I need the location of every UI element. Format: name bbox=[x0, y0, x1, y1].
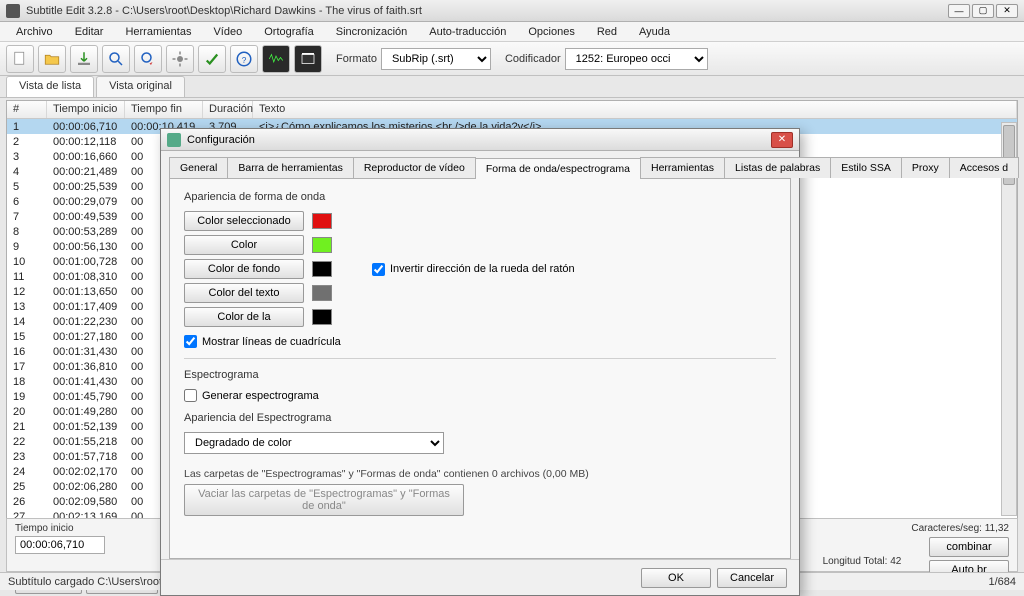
dialog-icon bbox=[167, 133, 181, 147]
cps-label: Caracteres/seg: 11,32 bbox=[911, 523, 1009, 534]
combine-button[interactable]: combinar bbox=[929, 537, 1009, 557]
dialog-tabs: GeneralBarra de herramientasReproductor … bbox=[169, 157, 791, 179]
new-file-icon[interactable] bbox=[6, 45, 34, 73]
dialog-tab[interactable]: Herramientas bbox=[640, 157, 725, 178]
color-button[interactable]: Color de fondo bbox=[184, 259, 304, 279]
dialog-titlebar[interactable]: Configuración ✕ bbox=[161, 129, 799, 151]
format-label: Formato bbox=[336, 53, 377, 65]
dialog-tab[interactable]: General bbox=[169, 157, 228, 178]
color-swatch bbox=[312, 261, 332, 277]
open-file-icon[interactable] bbox=[38, 45, 66, 73]
color-swatch bbox=[312, 285, 332, 301]
menubar: Archivo Editar Herramientas Vídeo Ortogr… bbox=[0, 22, 1024, 42]
menu-archivo[interactable]: Archivo bbox=[6, 24, 63, 40]
grid-header: # Tiempo inicio Tiempo fin Duración Text… bbox=[7, 101, 1017, 119]
folder-info-text: Las carpetas de "Espectrogramas" y "Form… bbox=[184, 468, 776, 480]
col-duration[interactable]: Duración bbox=[203, 101, 253, 118]
col-text[interactable]: Texto bbox=[253, 101, 1017, 118]
color-button[interactable]: Color de la bbox=[184, 307, 304, 327]
spellcheck-icon[interactable] bbox=[198, 45, 226, 73]
menu-red[interactable]: Red bbox=[587, 24, 627, 40]
color-button[interactable]: Color del texto bbox=[184, 283, 304, 303]
show-grid-label: Mostrar líneas de cuadrícula bbox=[202, 336, 341, 348]
menu-ayuda[interactable]: Ayuda bbox=[629, 24, 680, 40]
minimize-button[interactable]: — bbox=[948, 4, 970, 18]
svg-text:?: ? bbox=[242, 55, 247, 64]
menu-sincronizacion[interactable]: Sincronización bbox=[326, 24, 418, 40]
empty-folders-button[interactable]: Vaciar las carpetas de "Espectrogramas" … bbox=[184, 484, 464, 516]
menu-editar[interactable]: Editar bbox=[65, 24, 114, 40]
appearance-section-title: Apariencia del Espectrograma bbox=[184, 412, 776, 424]
dialog-tab[interactable]: Proxy bbox=[901, 157, 950, 178]
find-icon[interactable] bbox=[102, 45, 130, 73]
main-tabstrip: Vista de lista Vista original bbox=[0, 76, 1024, 98]
video-icon[interactable] bbox=[294, 45, 322, 73]
invert-wheel-label: Invertir dirección de la rueda del ratón bbox=[390, 263, 575, 275]
dialog-tab[interactable]: Accesos d bbox=[949, 157, 1019, 178]
gen-spectro-checkbox[interactable] bbox=[184, 389, 197, 402]
color-button[interactable]: Color bbox=[184, 235, 304, 255]
dialog-tab[interactable]: Listas de palabras bbox=[724, 157, 831, 178]
encoder-select[interactable]: 1252: Europeo occi bbox=[565, 48, 708, 70]
cancel-button[interactable]: Cancelar bbox=[717, 568, 787, 588]
waveform-section-title: Apariencia de forma de onda bbox=[184, 191, 776, 203]
settings-icon[interactable] bbox=[166, 45, 194, 73]
titlebar[interactable]: Subtitle Edit 3.2.8 - C:\Users\root\Desk… bbox=[0, 0, 1024, 22]
menu-herramientas[interactable]: Herramientas bbox=[115, 24, 201, 40]
menu-video[interactable]: Vídeo bbox=[203, 24, 252, 40]
save-icon[interactable] bbox=[70, 45, 98, 73]
encoder-label: Codificador bbox=[505, 53, 561, 65]
start-time-input[interactable] bbox=[15, 536, 105, 554]
ok-button[interactable]: OK bbox=[641, 568, 711, 588]
tab-original-view[interactable]: Vista original bbox=[96, 76, 185, 97]
help-icon[interactable]: ? bbox=[230, 45, 258, 73]
invert-wheel-checkbox[interactable] bbox=[372, 263, 385, 276]
menu-ortografia[interactable]: Ortografía bbox=[254, 24, 324, 40]
dialog-tab[interactable]: Barra de herramientas bbox=[227, 157, 353, 178]
dialog-tab[interactable]: Reproductor de vídeo bbox=[353, 157, 476, 178]
dialog-body: Apariencia de forma de onda Color selecc… bbox=[169, 179, 791, 559]
menu-autotraduccion[interactable]: Auto-traducción bbox=[419, 24, 516, 40]
total-length-label: Longitud Total: 42 bbox=[823, 556, 902, 567]
tab-list-view[interactable]: Vista de lista bbox=[6, 76, 94, 97]
menu-opciones[interactable]: Opciones bbox=[518, 24, 584, 40]
col-end[interactable]: Tiempo fin bbox=[125, 101, 203, 118]
color-button[interactable]: Color seleccionado bbox=[184, 211, 304, 231]
start-time-label: Tiempo inicio bbox=[15, 523, 158, 534]
replace-icon[interactable] bbox=[134, 45, 162, 73]
config-dialog[interactable]: Configuración ✕ GeneralBarra de herramie… bbox=[160, 128, 800, 596]
col-start[interactable]: Tiempo inicio bbox=[47, 101, 125, 118]
toolbar: ? Formato SubRip (.srt) Codificador 1252… bbox=[0, 42, 1024, 76]
appearance-select[interactable]: Degradado de color bbox=[184, 432, 444, 454]
dialog-tab[interactable]: Estilo SSA bbox=[830, 157, 902, 178]
app-icon bbox=[6, 4, 20, 18]
maximize-button[interactable]: ▢ bbox=[972, 4, 994, 18]
waveform-icon[interactable] bbox=[262, 45, 290, 73]
spectro-section-title: Espectrograma bbox=[184, 369, 776, 381]
vertical-scrollbar[interactable] bbox=[1001, 122, 1017, 516]
status-counter: 1/684 bbox=[988, 576, 1016, 588]
dialog-close-icon[interactable]: ✕ bbox=[771, 132, 793, 148]
dialog-title: Configuración bbox=[187, 134, 771, 146]
format-select[interactable]: SubRip (.srt) bbox=[381, 48, 491, 70]
window-title: Subtitle Edit 3.2.8 - C:\Users\root\Desk… bbox=[26, 5, 948, 17]
show-grid-checkbox[interactable] bbox=[184, 335, 197, 348]
color-swatch bbox=[312, 213, 332, 229]
close-button[interactable]: ✕ bbox=[996, 4, 1018, 18]
gen-spectro-label: Generar espectrograma bbox=[202, 390, 319, 402]
color-swatch bbox=[312, 237, 332, 253]
color-swatch bbox=[312, 309, 332, 325]
dialog-tab[interactable]: Forma de onda/espectrograma bbox=[475, 158, 641, 179]
col-number[interactable]: # bbox=[7, 101, 47, 118]
